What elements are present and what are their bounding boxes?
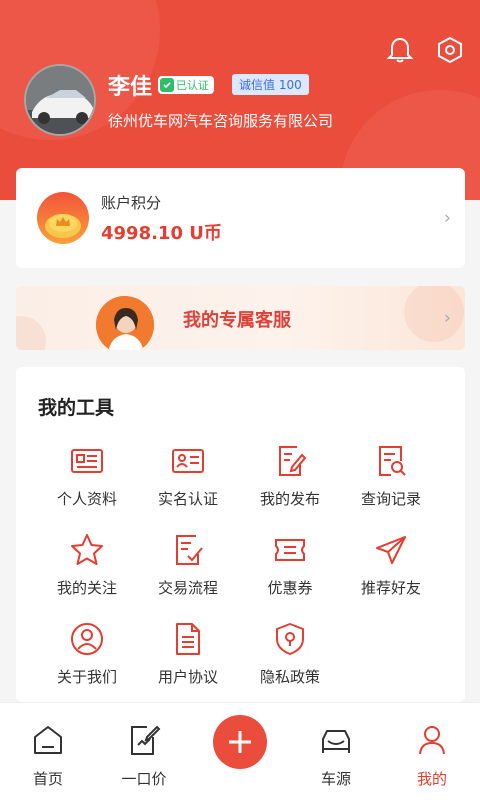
tool-profile[interactable]: 个人资料 [32, 443, 142, 509]
price-edit-icon [127, 723, 161, 757]
tab-label: 一口价 [121, 770, 167, 788]
tab-home[interactable]: 首页 [0, 703, 96, 789]
document-icon [170, 621, 206, 657]
tool-about-us[interactable]: 关于我们 [32, 621, 142, 687]
tab-label: 车源 [320, 770, 351, 788]
tools-title: 我的工具 [38, 397, 115, 419]
tool-label: 关于我们 [56, 668, 117, 686]
tool-user-agreement[interactable]: 用户协议 [133, 621, 243, 687]
verified-badge: 已认证 [158, 75, 215, 94]
coin-icon [37, 192, 89, 244]
tab-fixed-price[interactable]: 一口价 [96, 703, 192, 789]
chevron-right-icon: › [443, 207, 451, 229]
bottom-tab-bar: 首页 一口价 车源 我的 [0, 702, 480, 800]
tool-my-posts[interactable]: 我的发布 [235, 443, 345, 509]
bell-icon[interactable] [384, 34, 416, 66]
tool-label: 隐私政策 [259, 668, 320, 686]
check-icon [160, 77, 175, 92]
coupon-icon [272, 532, 308, 568]
tab-mine[interactable]: 我的 [384, 703, 480, 789]
tool-coupons[interactable]: 优惠券 [235, 532, 345, 598]
search-document-icon [373, 443, 409, 479]
tool-label: 推荐好友 [360, 579, 421, 597]
points-card[interactable]: 账户积分 4998.10 U币 › [16, 168, 465, 268]
service-agent-avatar [96, 296, 154, 350]
tab-car-source[interactable]: 车源 [288, 703, 384, 789]
tool-label: 我的发布 [259, 490, 320, 508]
tool-following[interactable]: 我的关注 [32, 532, 142, 598]
service-title: 我的专属客服 [183, 310, 291, 331]
home-icon [31, 723, 65, 757]
tool-recommend-friends[interactable]: 推荐好友 [336, 532, 446, 598]
tool-query-records[interactable]: 查询记录 [336, 443, 446, 509]
user-circle-icon [69, 621, 105, 657]
header-actions [384, 34, 466, 66]
tool-label: 实名认证 [157, 490, 218, 508]
points-value: 4998.10 U币 [101, 222, 222, 244]
plus-icon [229, 731, 251, 753]
profile-card-icon [69, 443, 105, 479]
tool-real-name[interactable]: 实名认证 [133, 443, 243, 509]
star-icon [69, 532, 105, 568]
tools-section: 我的工具 个人资料 实名认证 我的发布 查询记录 我的关注 交易流程 优惠券 推… [16, 367, 465, 702]
add-button[interactable] [213, 715, 267, 769]
tool-label: 我的关注 [56, 579, 117, 597]
settings-hexagon-icon[interactable] [434, 34, 466, 66]
user-name: 李佳 [108, 74, 153, 100]
id-card-icon [170, 443, 206, 479]
tab-label: 我的 [416, 770, 447, 788]
edit-document-icon [272, 443, 308, 479]
tool-label: 用户协议 [157, 668, 218, 686]
tool-privacy-policy[interactable]: 隐私政策 [235, 621, 345, 687]
tool-label: 个人资料 [56, 490, 117, 508]
tool-label: 查询记录 [360, 490, 421, 508]
avatar[interactable] [24, 64, 96, 136]
company-name: 徐州优车网汽车咨询服务有限公司 [108, 111, 334, 130]
tab-label: 首页 [32, 770, 63, 788]
verified-label: 已认证 [176, 78, 210, 92]
user-profile[interactable]: 李佳 已认证 诚信值 100 徐州优车网汽车咨询服务有限公司 [24, 64, 333, 136]
customer-service-banner[interactable]: 我的专属客服 › [16, 286, 465, 350]
chevron-right-icon: › [443, 307, 451, 329]
checklist-icon [170, 532, 206, 568]
shield-lock-icon [272, 621, 308, 657]
tool-label: 优惠券 [267, 579, 313, 597]
credit-badge: 诚信值 100 [232, 74, 309, 95]
paper-plane-icon [373, 532, 409, 568]
points-label: 账户积分 [101, 193, 162, 212]
tool-label: 交易流程 [157, 579, 218, 597]
person-icon [415, 723, 449, 757]
tool-trade-process[interactable]: 交易流程 [133, 532, 243, 598]
car-icon [319, 723, 353, 757]
